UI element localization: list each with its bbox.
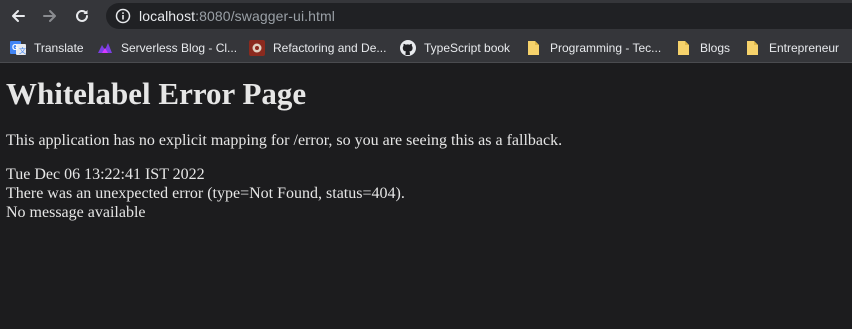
bookmark-label: Translate (34, 41, 84, 55)
reload-button[interactable] (69, 3, 95, 29)
back-button[interactable] (5, 3, 31, 29)
site-info-icon[interactable] (115, 8, 131, 24)
back-arrow-icon (12, 10, 25, 22)
bookmark-label: Programming - Tec... (550, 41, 662, 55)
bookmark-programming-folder[interactable]: Programming - Tec... (526, 37, 661, 59)
bookmark-typescript-book[interactable]: TypeScript book (400, 37, 510, 59)
bookmark-refactoring[interactable]: Refactoring and De... (249, 37, 386, 59)
url-text[interactable]: localhost:8080/swagger-ui.html (139, 8, 335, 24)
page-title: Whitelabel Error Page (6, 76, 307, 111)
forward-arrow-icon (43, 10, 56, 22)
error-detail: There was an unexpected error (type=Not … (6, 185, 405, 202)
folder-icon (745, 40, 761, 56)
svg-text:文: 文 (19, 46, 26, 55)
error-timestamp: Tue Dec 06 13:22:41 IST 2022 (6, 166, 205, 183)
url-host: localhost (139, 8, 196, 24)
bookmark-serverless-blog[interactable]: Serverless Blog - Cl... (97, 37, 237, 59)
address-bar[interactable]: localhost:8080/swagger-ui.html (106, 3, 852, 29)
url-path: :8080/swagger-ui.html (195, 8, 335, 24)
folder-icon (676, 40, 692, 56)
svg-text:G: G (12, 43, 18, 52)
bookmark-label: Entrepreneur (769, 41, 840, 55)
refactoring-icon (249, 40, 265, 56)
bookmark-label: Refactoring and De... (273, 41, 387, 55)
forward-button[interactable] (37, 3, 63, 29)
bookmark-blogs-folder[interactable]: Blogs (676, 37, 730, 59)
github-icon (400, 40, 416, 56)
browser-toolbar: localhost:8080/swagger-ui.html (0, 0, 852, 32)
bookmark-label: Blogs (700, 41, 731, 55)
error-message: No message available (6, 204, 146, 221)
bookmark-label: Serverless Blog - Cl... (121, 41, 238, 55)
folder-icon (526, 40, 542, 56)
bookmark-entrepreneur-folder[interactable]: Entrepreneur (745, 37, 839, 59)
bookmark-label: TypeScript book (424, 41, 511, 55)
serverless-icon (97, 40, 113, 56)
google-translate-icon: G 文 (10, 40, 26, 56)
bookmark-translate[interactable]: G 文 Translate (10, 37, 84, 59)
page-content: Whitelabel Error Page This application h… (0, 64, 852, 329)
reload-icon (76, 9, 88, 22)
error-description: This application has no explicit mapping… (6, 132, 563, 149)
bookmarks-bar: G 文 Translate Serverless Blog - Cl... Re… (0, 32, 852, 63)
